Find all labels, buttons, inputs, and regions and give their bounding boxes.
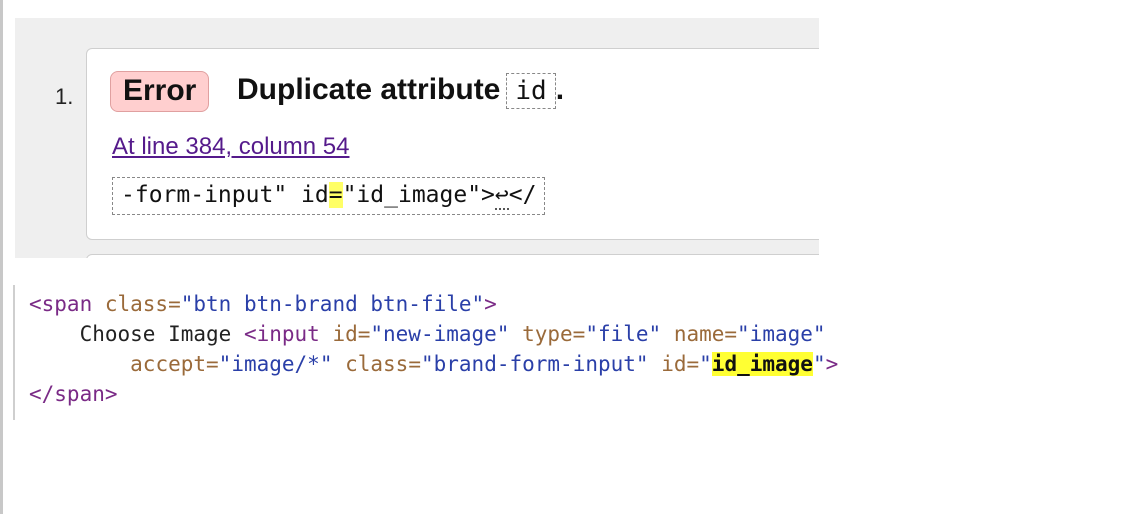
source-value: ": [699, 352, 712, 376]
validator-results-panel: 1. Error Duplicate attribute id. At line …: [15, 18, 819, 258]
source-indent: [29, 352, 130, 376]
source-line-2: Choose Image <input id="new-image" type=…: [29, 322, 826, 346]
source-highlight: id_image: [711, 352, 813, 376]
error-location-link[interactable]: At line 384, column 54: [112, 133, 349, 161]
source-attr: type=: [509, 322, 586, 346]
source-attr: accept=: [130, 352, 219, 376]
source-attr: class=: [92, 292, 181, 316]
source-value: "new-image": [370, 322, 510, 346]
source-value: "image/*": [218, 352, 333, 376]
source-text: Choose Image: [29, 322, 244, 346]
linefeed-icon: ↩: [494, 182, 509, 210]
error-message-text: Duplicate attribute: [237, 73, 501, 106]
error-message-card: Error Duplicate attribute id. At line 384…: [86, 48, 819, 240]
window-left-border: [0, 0, 3, 514]
item-number: 1.: [55, 84, 74, 109]
source-value: "btn btn-brand btn-file": [180, 292, 485, 316]
error-message-suffix: .: [555, 73, 565, 106]
source-value: "brand-form-input": [420, 352, 649, 376]
source-tag: <input: [243, 322, 320, 346]
source-attr: class=: [332, 352, 421, 376]
source-tag: </span>: [29, 382, 118, 406]
extract-after: "id_image">: [342, 182, 495, 208]
error-message: Duplicate attribute id.: [237, 73, 565, 109]
source-attr: id=: [648, 352, 700, 376]
source-value: ": [812, 352, 826, 376]
extract-highlight: =: [328, 182, 343, 208]
error-extract: -form-input" id="id_image">↩</: [112, 177, 546, 215]
source-line-3: accept="image/*" class="brand-form-input…: [29, 352, 838, 376]
source-line-1: <span class="btn btn-brand btn-file">: [29, 292, 497, 316]
source-attr: id=: [319, 322, 371, 346]
extract-end: </: [508, 182, 537, 208]
source-value: "file": [585, 322, 662, 346]
error-message-code: id: [506, 73, 556, 109]
source-tag: >: [825, 352, 839, 376]
source-code-snippet: <span class="btn btn-brand btn-file"> Ch…: [13, 285, 1115, 420]
source-attr: name=: [661, 322, 738, 346]
error-badge: Error: [110, 71, 210, 112]
source-line-4: </span>: [29, 382, 118, 406]
source-tag: <span: [29, 292, 93, 316]
source-tag: >: [484, 292, 497, 316]
next-message-card: [86, 254, 819, 258]
extract-before: -form-input" id: [121, 182, 329, 208]
source-value: "image": [737, 322, 826, 346]
